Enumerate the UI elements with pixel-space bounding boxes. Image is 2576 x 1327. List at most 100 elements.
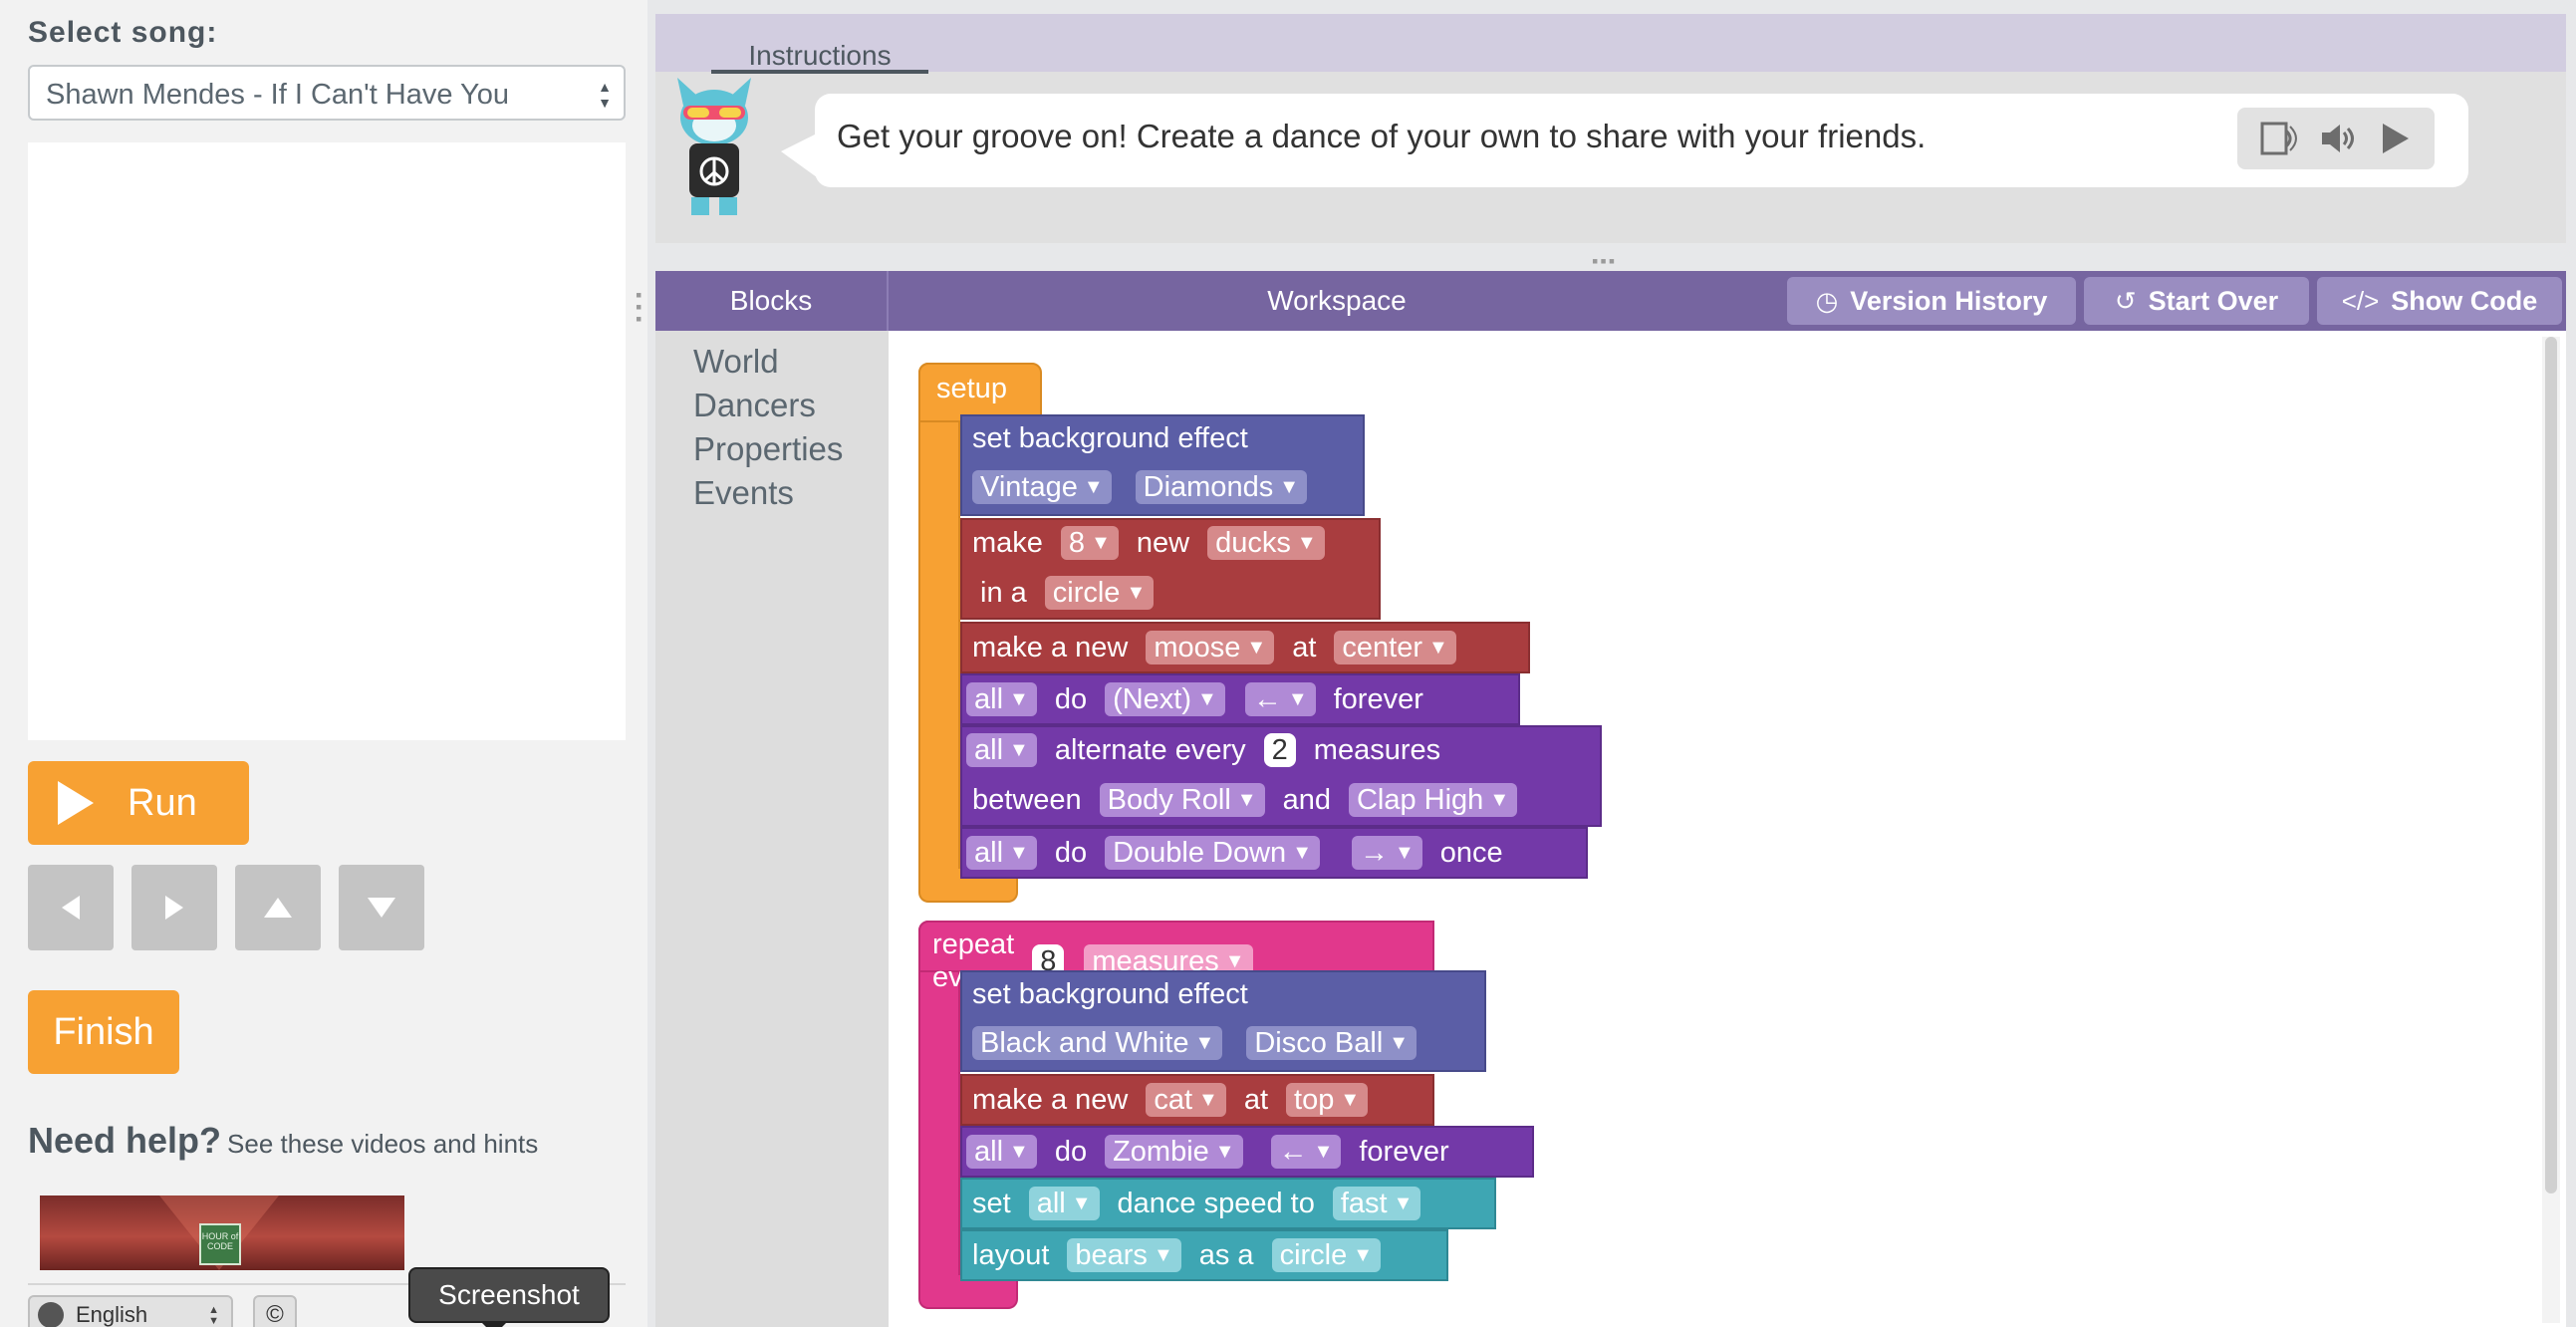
left-panel: Select song: Shawn Mendes - If I Can't H… xyxy=(0,0,647,1327)
layout-group-block[interactable]: layout bears ▼ as a circle ▼ xyxy=(960,1229,1448,1281)
dropdown-value: all xyxy=(974,733,1004,766)
speed-dropdown[interactable]: fast ▼ xyxy=(1332,1187,1421,1220)
do-move-forever-block[interactable]: all ▼ do (Next) ▼ ← ▼ forever xyxy=(960,673,1520,725)
finish-button[interactable]: Finish xyxy=(28,990,179,1074)
measures-number-input[interactable]: 2 xyxy=(1263,733,1296,767)
language-select[interactable]: English ▲ ▼ xyxy=(28,1295,233,1327)
dancer-type-dropdown[interactable]: bears ▼ xyxy=(1067,1238,1181,1272)
make-new-dancer-block[interactable]: make a new moose ▼ at center ▼ xyxy=(960,622,1530,673)
dropdown-arrow-icon: ▼ xyxy=(1009,1140,1029,1163)
layout-dropdown[interactable]: circle ▼ xyxy=(1271,1238,1382,1272)
input-value: 2 xyxy=(1271,733,1288,766)
group-dropdown[interactable]: all ▼ xyxy=(966,1135,1037,1169)
immersive-reader-icon[interactable] xyxy=(2259,121,2299,156)
dropdown-value: Body Roll xyxy=(1107,783,1231,816)
show-code-button[interactable]: </> Show Code xyxy=(2317,277,2562,325)
effect-dropdown[interactable]: Diamonds ▼ xyxy=(1135,470,1307,504)
group-dropdown[interactable]: all ▼ xyxy=(1028,1187,1100,1220)
dancer-type-dropdown[interactable]: ducks ▼ xyxy=(1207,526,1325,560)
count-dropdown[interactable]: 8 ▼ xyxy=(1060,526,1119,560)
make-group-block[interactable]: make 8 ▼ new ducks ▼ in a circle ▼ xyxy=(960,518,1381,620)
left-arrow-button[interactable] xyxy=(28,865,114,950)
effect-dropdown[interactable]: Disco Ball ▼ xyxy=(1246,1026,1417,1060)
play-audio-icon[interactable] xyxy=(2377,121,2413,156)
move-dropdown[interactable]: Zombie ▼ xyxy=(1105,1135,1243,1169)
set-background-effect-block[interactable]: set background effect Vintage ▼ Diamonds ▼ xyxy=(960,414,1365,516)
block-word: once xyxy=(1439,836,1503,869)
move-dropdown[interactable]: Body Roll ▼ xyxy=(1099,783,1265,817)
resize-handle-icon[interactable]: ▪▪▪ xyxy=(1592,251,1617,272)
start-over-label: Start Over xyxy=(2148,285,2279,316)
toolbox-category-properties[interactable]: Properties xyxy=(693,430,843,468)
copyright-button[interactable]: © xyxy=(253,1295,297,1327)
direction-dropdown[interactable]: ← ▼ xyxy=(1270,1135,1342,1169)
version-history-button[interactable]: ◷ Version History xyxy=(1787,277,2076,325)
up-arrow-button[interactable] xyxy=(235,865,321,950)
dropdown-value: ← xyxy=(1278,1135,1308,1168)
right-arrow-button[interactable] xyxy=(131,865,217,950)
palette-dropdown[interactable]: Vintage ▼ xyxy=(972,470,1112,504)
alternate-moves-block[interactable]: all ▼ alternate every 2 measures between … xyxy=(960,725,1602,827)
do-move-once-block[interactable]: all ▼ do Double Down ▼ → ▼ once xyxy=(960,827,1588,879)
dance-stage[interactable] xyxy=(28,142,626,740)
toolbox-category-dancers[interactable]: Dancers xyxy=(693,387,816,424)
dropdown-arrow-icon: ▼ xyxy=(1279,475,1299,498)
speaker-icon[interactable] xyxy=(2318,121,2358,156)
direction-dropdown[interactable]: ← ▼ xyxy=(1244,682,1316,716)
hour-of-code-logo: HOUR of CODE xyxy=(199,1223,241,1265)
song-select[interactable]: Shawn Mendes - If I Can't Have You ▲ ▼ xyxy=(28,65,626,121)
make-new-dancer-block[interactable]: make a new cat ▼ at top ▼ xyxy=(960,1074,1434,1126)
blocks-workspace[interactable]: setup set background effect Vintage ▼ Dia… xyxy=(889,331,2566,1327)
start-over-button[interactable]: ↺ Start Over xyxy=(2084,277,2309,325)
dropdown-arrow-icon: ▼ xyxy=(1394,841,1415,864)
layout-dropdown[interactable]: circle ▼ xyxy=(1044,576,1155,610)
dropdown-arrow-icon: ▼ xyxy=(1071,1192,1092,1214)
position-dropdown[interactable]: top ▼ xyxy=(1286,1083,1369,1117)
do-move-forever-block[interactable]: all ▼ do Zombie ▼ ← ▼ forever xyxy=(960,1126,1534,1178)
dropdown-value: Clap High xyxy=(1356,783,1484,816)
set-background-effect-block[interactable]: set background effect Black and White ▼ D… xyxy=(960,970,1486,1072)
block-word: make a new xyxy=(972,1083,1129,1116)
tab-instructions[interactable]: Instructions xyxy=(711,24,928,74)
toolbox-category-world[interactable]: World xyxy=(693,343,779,381)
dropdown-value: Diamonds xyxy=(1143,470,1274,503)
block-word: dance speed to xyxy=(1117,1187,1315,1219)
group-dropdown[interactable]: all ▼ xyxy=(966,682,1037,716)
dropdown-value: 8 xyxy=(1068,526,1086,559)
block-word: between xyxy=(972,783,1082,816)
set-dance-speed-block[interactable]: set all ▼ dance speed to fast ▼ xyxy=(960,1178,1496,1229)
toolbox-category-events[interactable]: Events xyxy=(693,474,794,512)
instructions-text: Get your groove on! Create a dance of yo… xyxy=(837,118,1927,154)
block-label: set background effect xyxy=(972,978,1248,1010)
help-title: Need help? xyxy=(28,1120,222,1161)
dancer-type-dropdown[interactable]: cat ▼ xyxy=(1146,1083,1226,1117)
workspace-scrollbar[interactable] xyxy=(2542,337,2560,1323)
scrollbar-thumb[interactable] xyxy=(2545,337,2557,1194)
right-arrow-icon xyxy=(165,896,183,920)
direction-dropdown[interactable]: → ▼ xyxy=(1351,836,1422,870)
down-arrow-button[interactable] xyxy=(339,865,424,950)
panel-resize-handle-icon[interactable]: ▪ ▪ ▪ xyxy=(636,286,642,328)
workspace-heading: Workspace xyxy=(1267,285,1407,316)
audio-controls xyxy=(2237,108,2435,169)
group-dropdown[interactable]: all ▼ xyxy=(966,836,1037,870)
dancer-type-dropdown[interactable]: moose ▼ xyxy=(1146,631,1275,664)
left-arrow-icon xyxy=(62,896,80,920)
position-dropdown[interactable]: center ▼ xyxy=(1334,631,1456,664)
block-word: make xyxy=(972,526,1043,559)
move-dropdown[interactable]: Double Down ▼ xyxy=(1105,836,1320,870)
move-dropdown[interactable]: Clap High ▼ xyxy=(1348,783,1518,817)
dropdown-arrow-icon: ▼ xyxy=(1393,1192,1414,1214)
move-dropdown[interactable]: (Next) ▼ xyxy=(1105,682,1225,716)
dropdown-value: center xyxy=(1342,631,1422,664)
help-video-thumbnail[interactable]: HOUR of CODE xyxy=(40,1195,404,1270)
group-dropdown[interactable]: all ▼ xyxy=(966,733,1037,767)
run-button[interactable]: Run xyxy=(28,761,249,845)
dropdown-arrow-icon: ▼ xyxy=(1353,1243,1374,1266)
instructions-header: Instructions xyxy=(655,14,2566,74)
palette-dropdown[interactable]: Black and White ▼ xyxy=(972,1026,1223,1060)
dropdown-value: (Next) xyxy=(1113,682,1192,715)
dropdown-arrow-icon: ▼ xyxy=(1428,636,1448,659)
dropdown-arrow-icon: ▼ xyxy=(1091,531,1111,554)
dropdown-arrow-icon: ▼ xyxy=(1287,687,1308,710)
